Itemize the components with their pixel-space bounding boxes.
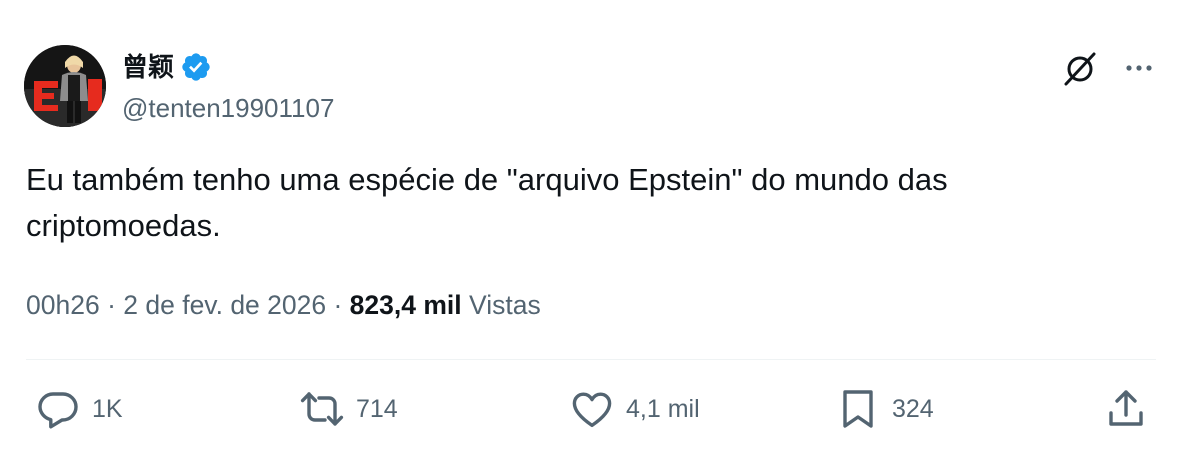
more-icon[interactable] <box>1122 51 1156 85</box>
repost-button[interactable]: 714 <box>298 385 398 433</box>
meta-separator: · <box>99 290 124 320</box>
tweet-text: Eu também tenho uma espécie de "arquivo … <box>26 162 948 243</box>
author-name-row: 曾颖 <box>122 50 212 84</box>
tweet-time[interactable]: 00h26 <box>26 290 100 320</box>
verified-badge-icon[interactable] <box>180 51 212 83</box>
avatar-image <box>24 45 106 127</box>
share-icon <box>1109 390 1143 426</box>
views-count: 823,4 mil <box>349 290 462 320</box>
tweet-meta: 00h26 · 2 de fev. de 2026 · 823,4 mil Vi… <box>26 285 541 325</box>
like-button[interactable]: 4,1 mil <box>568 385 700 433</box>
tweet-header-actions <box>1060 48 1156 88</box>
avatar[interactable] <box>24 45 106 127</box>
meta-separator: · <box>326 290 350 320</box>
author-display-name[interactable]: 曾颖 <box>122 50 174 84</box>
like-count: 4,1 mil <box>626 395 700 423</box>
reply-count: 1K <box>92 395 123 423</box>
repost-count: 714 <box>356 395 398 423</box>
repost-icon <box>300 392 344 426</box>
views-label: Vistas <box>461 290 541 320</box>
author-handle[interactable]: @tenten19901107 <box>122 91 334 125</box>
grok-icon[interactable] <box>1060 48 1100 88</box>
divider <box>26 359 1156 360</box>
reply-icon <box>38 392 78 429</box>
bookmark-button[interactable]: 324 <box>834 385 934 433</box>
bookmark-icon <box>843 390 873 428</box>
share-button[interactable] <box>1102 385 1150 433</box>
tweet-date[interactable]: 2 de fev. de 2026 <box>123 290 326 320</box>
reply-button[interactable]: 1K <box>34 385 123 433</box>
bookmark-count: 324 <box>892 395 934 423</box>
heart-icon <box>572 392 612 428</box>
